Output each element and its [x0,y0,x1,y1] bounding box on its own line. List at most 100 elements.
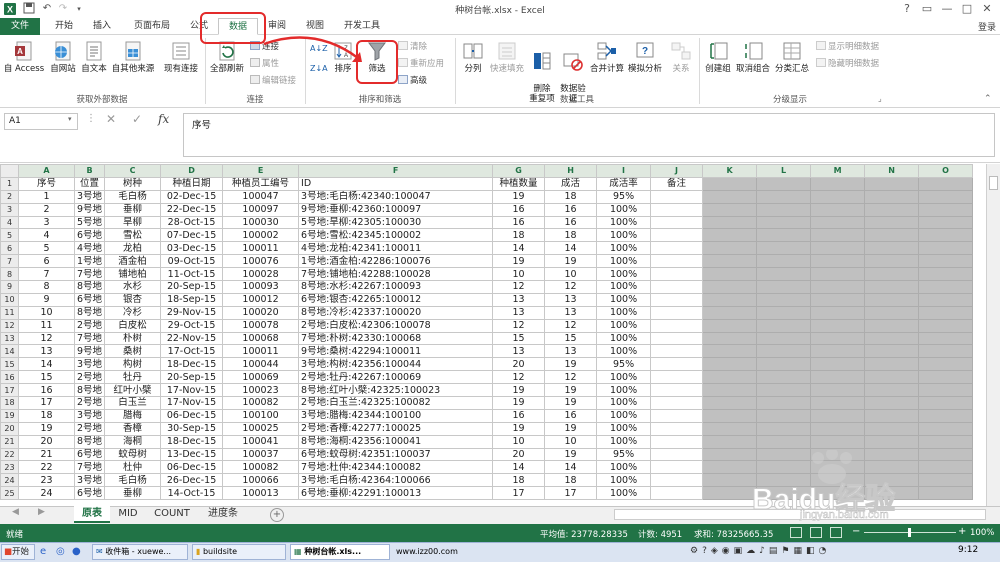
cell[interactable]: 8号地 [73,305,106,320]
cell[interactable]: 19 [544,447,598,462]
cell[interactable]: 10 [492,267,546,282]
cell[interactable]: 18-Sep-15 [160,292,224,307]
cell[interactable]: 朴树 [104,331,162,346]
cell[interactable]: 17 [544,486,598,501]
cell[interactable]: 9号地 [73,202,106,217]
scroll-thumb[interactable] [989,176,998,190]
cell[interactable] [864,318,920,333]
cell[interactable]: 2号地:牡丹:42267:100069 [298,370,494,385]
cell[interactable]: 银杏 [104,292,162,307]
cell[interactable] [864,383,920,398]
cell[interactable] [650,331,704,346]
cell[interactable]: 100% [596,383,652,398]
cell[interactable]: 9号地:桑树:42294:100011 [298,344,494,359]
cell[interactable]: 100% [596,280,652,294]
cell[interactable]: 13 [544,305,598,320]
cell[interactable]: 毛白杨 [104,473,162,488]
cell[interactable]: 19 [18,421,75,436]
cell[interactable] [918,292,974,307]
cell[interactable] [702,176,758,191]
cell[interactable] [864,215,920,230]
cell[interactable]: 100% [596,292,652,307]
cell[interactable]: 23 [18,473,75,488]
cell[interactable] [702,460,758,475]
cell[interactable] [702,254,758,269]
cell[interactable] [756,280,812,294]
cell[interactable] [810,280,866,294]
cell[interactable]: 3号地:毛白杨:42340:100047 [298,189,494,204]
cell[interactable]: 3号地 [73,357,106,372]
column-header-j[interactable]: J [650,164,704,178]
cell[interactable]: 100% [596,421,652,436]
cell[interactable] [702,357,758,372]
cell[interactable]: 19 [492,421,546,436]
cell[interactable]: 21 [18,447,75,462]
cell[interactable]: 12 [18,331,75,346]
cell[interactable]: 位置 [73,176,106,191]
cell[interactable]: 100% [596,267,652,282]
column-header-e[interactable]: E [222,164,300,178]
cell[interactable]: 龙柏 [104,241,162,256]
cell[interactable] [810,189,866,204]
cell[interactable]: 雪松 [104,228,162,243]
cell[interactable] [702,447,758,462]
cell[interactable] [810,370,866,385]
cell[interactable]: 2号地:白玉兰:42325:100082 [298,396,494,410]
cell[interactable]: 6号地 [73,292,106,307]
cell[interactable]: 6号地 [73,228,106,243]
cell[interactable]: 20 [18,434,75,449]
cell[interactable]: 12 [544,370,598,385]
cell[interactable]: 树种 [104,176,162,191]
cell[interactable] [650,383,704,398]
cell[interactable]: 2 [18,202,75,217]
cell[interactable] [702,215,758,230]
cell[interactable] [756,383,812,398]
row-header[interactable]: 16 [0,370,19,385]
show-detail-button[interactable]: 显示明细数据 [816,41,879,53]
cell[interactable]: 9号地 [73,344,106,359]
cell[interactable]: 2号地 [73,370,106,385]
cell[interactable]: 100% [596,202,652,217]
cell[interactable]: 28-Oct-15 [160,215,224,230]
cell[interactable] [650,202,704,217]
cell[interactable]: 20-Sep-15 [160,370,224,385]
cell[interactable]: 6号地:垂柳:42291:100013 [298,486,494,501]
column-header-i[interactable]: I [596,164,652,178]
cell[interactable]: 06-Dec-15 [160,460,224,475]
cell[interactable] [810,421,866,436]
cell[interactable] [918,357,974,372]
cell[interactable] [864,408,920,423]
maximize-button[interactable]: □ [956,0,978,18]
taskbar-item-site[interactable]: www.izz00.com [392,544,488,560]
cell[interactable]: 20 [492,357,546,372]
cell[interactable] [810,434,866,449]
cell[interactable]: 腊梅 [104,408,162,423]
row-header[interactable]: 10 [0,292,19,307]
cell[interactable]: 10 [544,434,598,449]
what-if-analysis-button[interactable]: ? 模拟分析 [626,40,664,74]
cell[interactable] [650,447,704,462]
cell[interactable] [702,408,758,423]
cell[interactable]: 白皮松 [104,318,162,333]
cell[interactable]: 22-Nov-15 [160,331,224,346]
cell[interactable] [702,383,758,398]
cell[interactable] [650,189,704,204]
cell[interactable]: 100% [596,344,652,359]
column-header-h[interactable]: H [544,164,598,178]
cell[interactable]: 16 [18,383,75,398]
cell[interactable] [650,305,704,320]
row-header[interactable]: 22 [0,447,19,462]
cell[interactable] [864,331,920,346]
cell[interactable]: 14 [492,241,546,256]
cell[interactable]: 100% [596,305,652,320]
cell[interactable] [702,434,758,449]
cell[interactable]: 3号地 [73,473,106,488]
add-sheet-icon[interactable]: + [270,508,284,522]
cell[interactable]: ID [298,176,494,191]
cell[interactable]: 5号地:旱柳:42305:100030 [298,215,494,230]
cell[interactable]: 备注 [650,176,704,191]
cell[interactable]: 18-Dec-15 [160,357,224,372]
cell[interactable]: 水杉 [104,280,162,294]
cell[interactable]: 95% [596,447,652,462]
cell[interactable] [810,267,866,282]
